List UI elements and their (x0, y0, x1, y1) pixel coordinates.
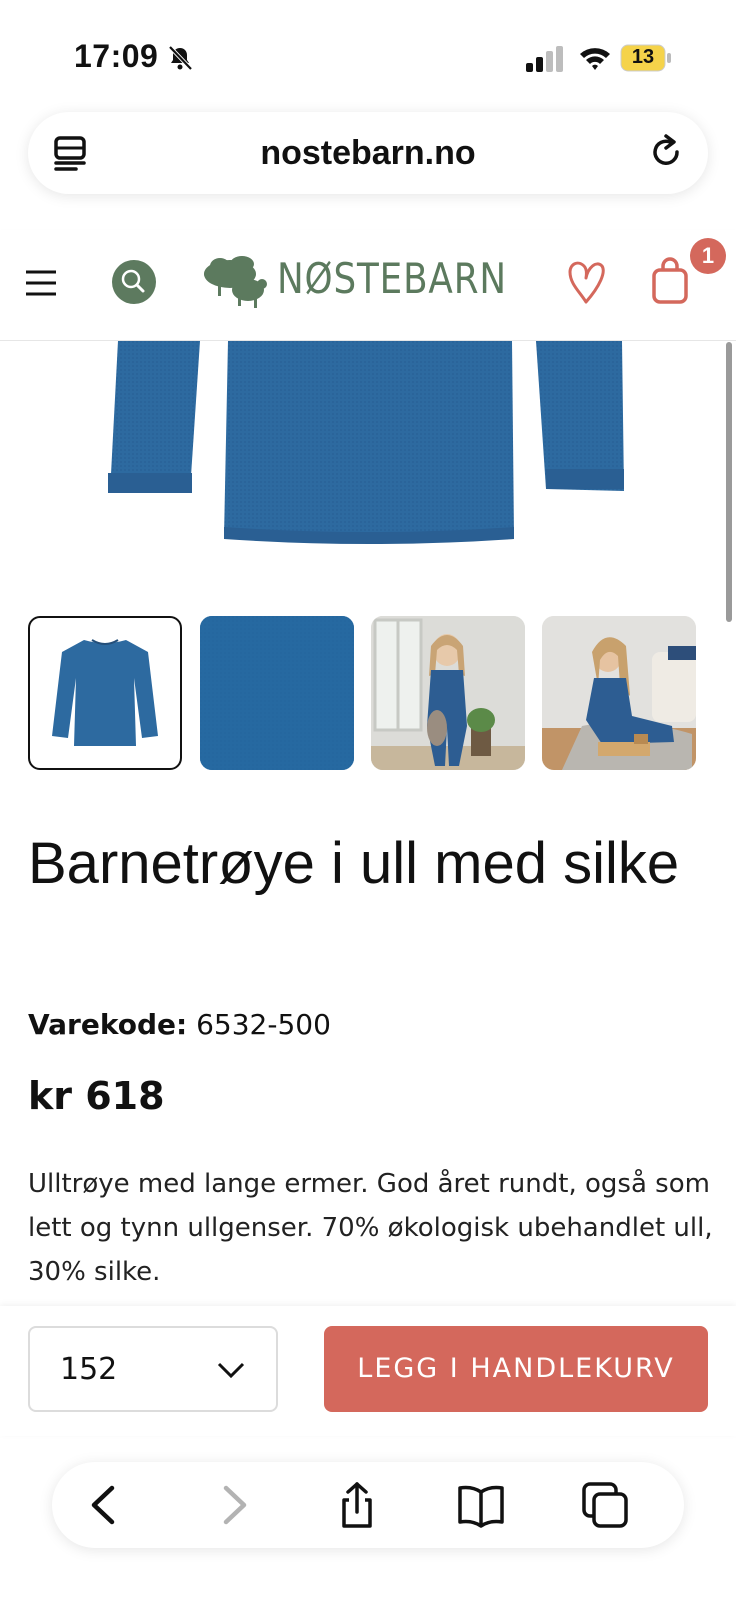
shopping-bag-icon[interactable] (650, 256, 690, 306)
size-select[interactable]: 152 (28, 1326, 278, 1412)
thumbnail-gallery (28, 616, 708, 772)
sweater-image (108, 341, 624, 544)
bell-muted-icon (168, 45, 193, 71)
thumbnail-fabric-closeup[interactable] (200, 616, 354, 770)
search-icon (121, 269, 145, 293)
search-button[interactable] (112, 260, 156, 304)
thumbnail-sweater-front[interactable] (28, 616, 182, 770)
page-scrollbar[interactable] (726, 342, 732, 622)
product-description: Ulltrøye med lange ermer. God året rundt… (28, 1169, 713, 1287)
battery-level: 13 (631, 46, 655, 68)
add-to-cart-button[interactable]: LEGG I HANDLEKURV (324, 1326, 708, 1412)
sheep-logo-icon (204, 256, 267, 308)
purchase-bar: 152 LEGG I HANDLEKURV (0, 1306, 736, 1436)
status-bar: 17:09 13 (0, 0, 736, 110)
wishlist-heart-icon[interactable] (566, 258, 606, 304)
fabric-texture-image (200, 616, 354, 770)
back-icon[interactable] (80, 1480, 130, 1530)
cell-signal-icon (526, 46, 563, 72)
share-icon[interactable] (332, 1480, 382, 1530)
chevron-down-icon (217, 1362, 245, 1379)
status-time: 17:09 (74, 38, 159, 74)
child-playing-photo (542, 616, 696, 770)
site-logo[interactable]: NØSTEBARN (202, 248, 506, 320)
product-title: Barnetrøye i ull med silke (28, 831, 680, 896)
thumbnail-sweater-image (52, 639, 158, 746)
thumbnail-child-playing[interactable] (542, 616, 696, 770)
forward-icon[interactable] (208, 1480, 258, 1530)
product-code: Varekode: 6532-500 (28, 1008, 331, 1041)
browser-toolbar (52, 1462, 684, 1548)
wifi-icon (580, 48, 610, 70)
child-standing-photo (371, 616, 525, 770)
site-header: NØSTEBARN 1 (0, 230, 736, 341)
cart-count-badge: 1 (690, 238, 726, 274)
product-price: kr 618 (28, 1074, 165, 1118)
thumbnail-child-standing[interactable] (371, 616, 525, 770)
url-text[interactable]: nostebarn.no (28, 134, 708, 173)
address-bar[interactable]: nostebarn.no (28, 112, 708, 194)
brand-name: NØSTEBARN (277, 254, 507, 303)
bookmarks-icon[interactable] (456, 1480, 506, 1530)
hamburger-menu-icon[interactable] (24, 268, 58, 298)
size-selected-value: 152 (60, 1352, 118, 1387)
product-code-label: Varekode: (28, 1008, 188, 1041)
tabs-icon[interactable] (580, 1480, 630, 1530)
product-code-value: 6532-500 (196, 1008, 331, 1041)
reload-icon[interactable] (646, 132, 686, 172)
product-main-image[interactable] (0, 341, 736, 571)
battery-indicator: 13 (620, 44, 672, 72)
